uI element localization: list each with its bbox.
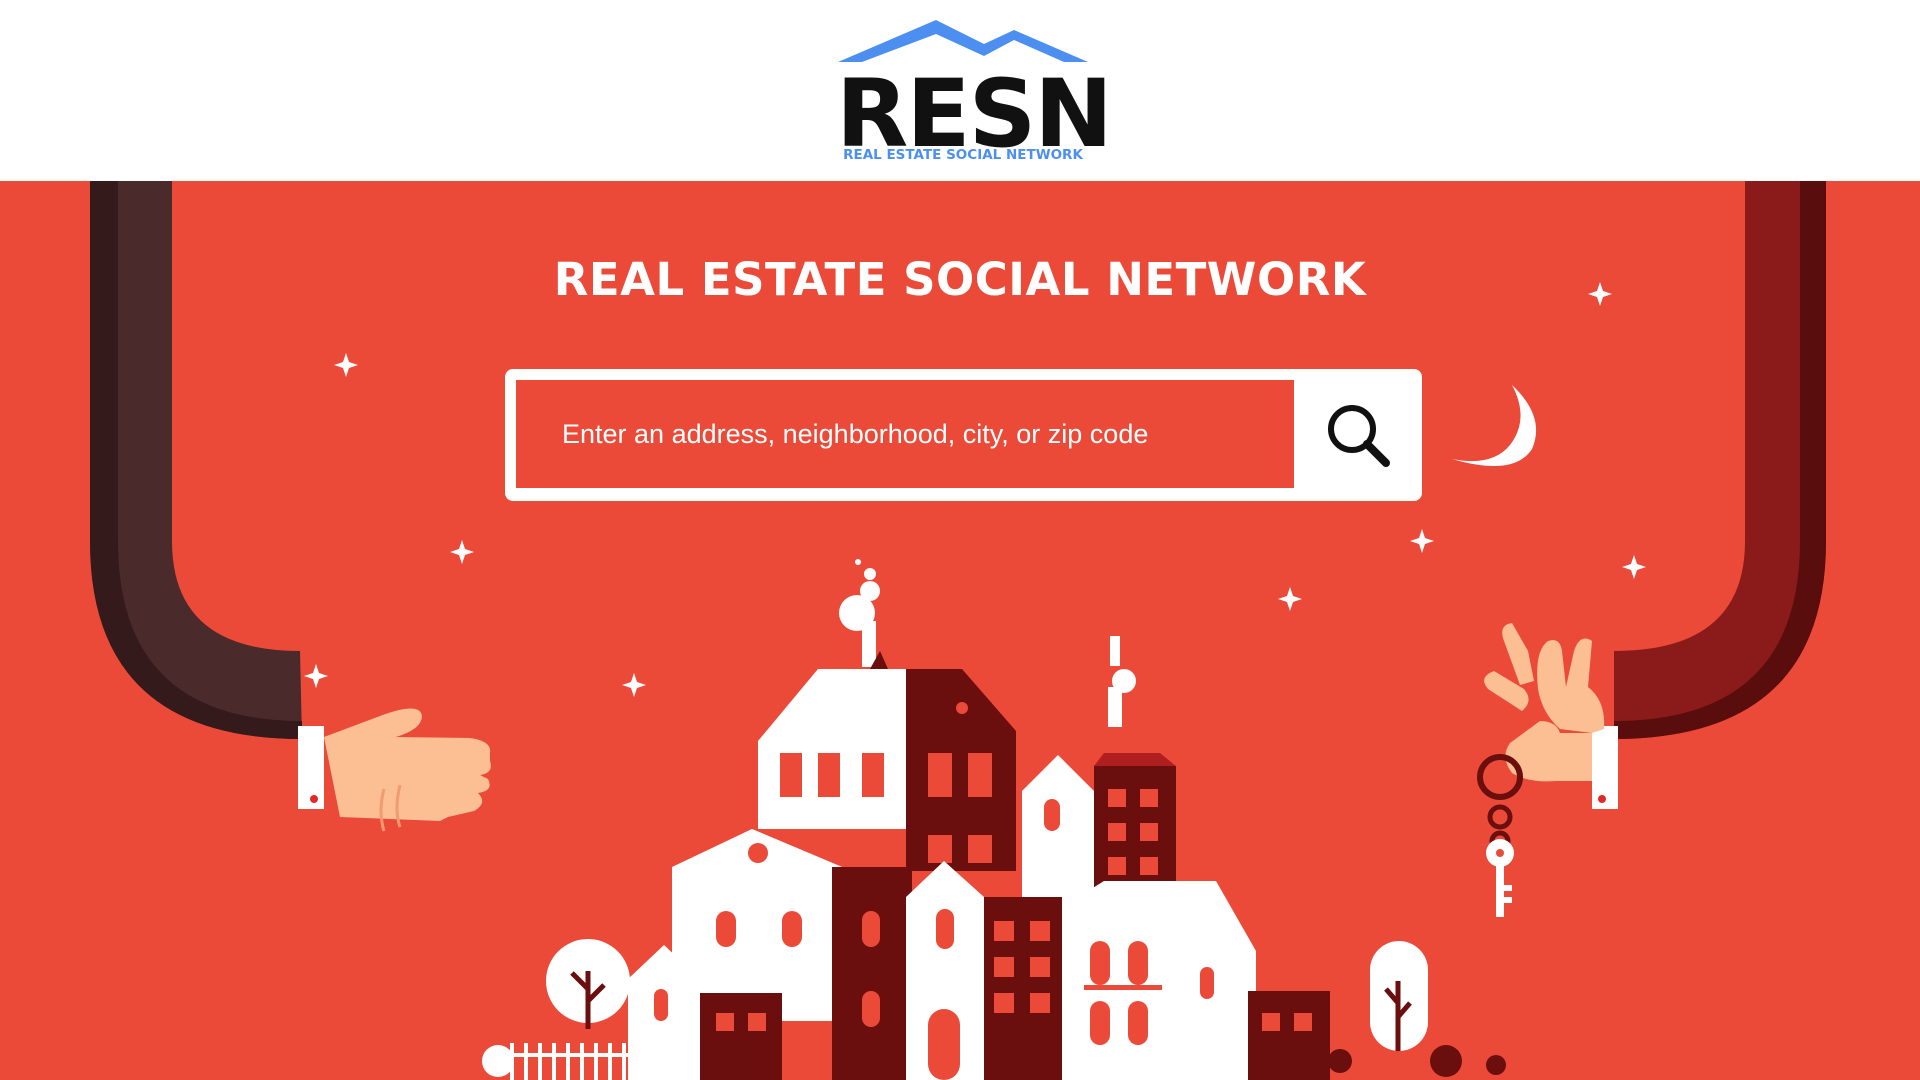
hero-illustration (90, 181, 1826, 1080)
search-icon (1328, 405, 1390, 467)
logo-tagline: REAL ESTATE SOCIAL NETWORK (843, 147, 1083, 163)
resn-logo[interactable]: RESN REAL ESTATE SOCIAL NETWORK (836, 14, 1113, 169)
house-key-icon (1477, 754, 1523, 917)
site-header: RESN REAL ESTATE SOCIAL NETWORK (0, 0, 1920, 181)
hero-section: REAL ESTATE SOCIAL NETWORK (0, 181, 1920, 1080)
search-bar (505, 369, 1422, 501)
search-field-wrapper (516, 380, 1294, 488)
moon-icon (1452, 385, 1537, 467)
house-icon (628, 559, 1330, 1080)
hero-title: REAL ESTATE SOCIAL NETWORK (553, 253, 1367, 306)
search-button[interactable] (1294, 369, 1422, 501)
search-input[interactable] (516, 380, 1294, 488)
